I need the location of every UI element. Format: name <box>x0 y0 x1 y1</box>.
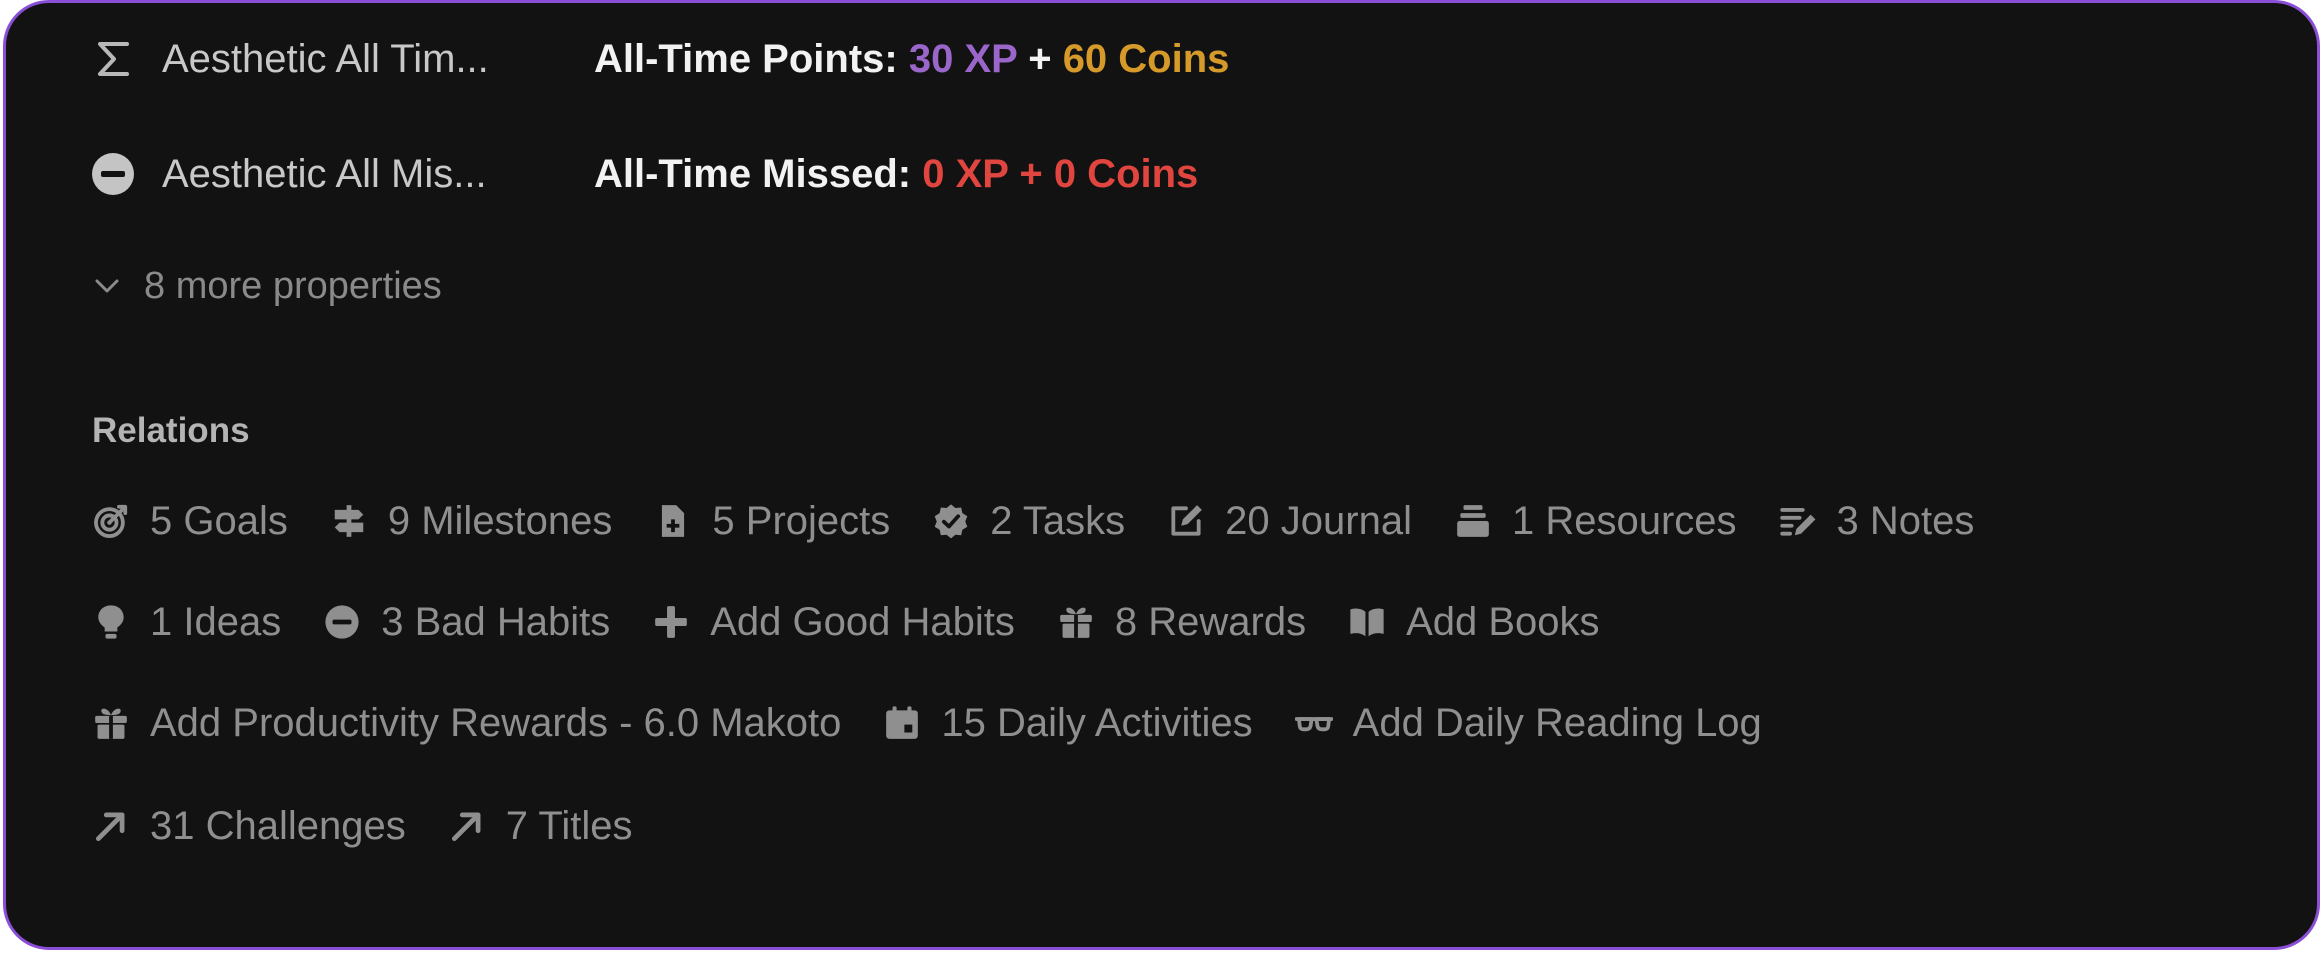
coins-value: 60 Coins <box>1062 36 1230 81</box>
chevron-down-icon <box>95 279 119 293</box>
more-properties-toggle[interactable]: 8 more properties <box>92 261 442 311</box>
relations-row: Add Productivity Rewards - 6.0 Makoto 15… <box>92 695 1804 751</box>
edit-square-icon <box>1171 505 1203 536</box>
relation-milestones[interactable]: 9 Milestones <box>330 498 613 544</box>
property-row-all-time-points[interactable]: Aesthetic All Tim... All-Time Points: 30… <box>6 29 2317 89</box>
gift-icon <box>1060 607 1092 638</box>
relations-heading: Relations <box>92 411 250 450</box>
relation-label: 3 Bad Habits <box>381 599 611 644</box>
arrow-up-right-icon <box>95 812 125 842</box>
target-icon <box>94 504 128 538</box>
more-properties-label: 8 more properties <box>144 264 442 307</box>
relation-daily-reading-log[interactable]: Add Daily Reading Log <box>1294 700 1762 746</box>
relation-label: 9 Milestones <box>387 498 613 543</box>
lightbulb-icon <box>98 605 124 639</box>
relation-label: 3 Notes <box>1836 498 1975 543</box>
relation-label: Add Productivity Rewards - 6.0 Makoto <box>150 700 842 745</box>
property-row-all-time-missed[interactable]: Aesthetic All Mis... All-Time Missed: 0 … <box>6 144 2317 204</box>
value-prefix: All-Time Points: <box>594 36 909 81</box>
relation-challenges[interactable]: 31 Challenges <box>92 804 406 849</box>
relation-goals[interactable]: 5 Goals <box>92 499 288 544</box>
relation-label: 20 Journal <box>1225 498 1412 543</box>
relation-label: 8 Rewards <box>1114 599 1307 644</box>
sigma-icon <box>88 34 138 84</box>
relation-label: 1 Ideas <box>150 599 282 644</box>
value-prefix: All-Time Missed: <box>594 151 923 196</box>
relation-resources[interactable]: 1 Resources <box>1454 499 1737 544</box>
relation-rewards[interactable]: 8 Rewards <box>1057 600 1306 645</box>
relation-ideas[interactable]: 1 Ideas <box>92 600 281 645</box>
relation-productivity-rewards[interactable]: Add Productivity Rewards - 6.0 Makoto <box>92 701 841 746</box>
property-value[interactable]: All-Time Missed: 0 XP + 0 Coins <box>594 152 1198 197</box>
relation-tasks[interactable]: 2 Tasks <box>932 499 1125 544</box>
minus-circle-icon <box>88 149 138 199</box>
value-joiner: + <box>1017 36 1063 81</box>
property-value[interactable]: All-Time Points: 30 XP + 60 Coins <box>594 37 1229 82</box>
relations-row: 31 Challenges 7 Titles <box>92 798 674 854</box>
verified-check-icon <box>934 504 968 539</box>
relation-label: Add Good Habits <box>710 599 1015 644</box>
plus-icon <box>655 606 688 638</box>
relation-label: 5 Goals <box>150 498 288 543</box>
relation-label: 7 Titles <box>505 803 633 848</box>
book-open-icon <box>1350 608 1384 637</box>
document-plus-icon <box>662 505 685 537</box>
relations-row: 5 Goals 9 Milestones 5 Projects 2 Tasks … <box>92 493 2016 549</box>
relation-books[interactable]: Add Books <box>1348 599 1600 645</box>
relations-row: 1 Ideas 3 Bad Habits Add Good Habits 8 R… <box>92 594 1642 650</box>
relation-journal[interactable]: 20 Journal <box>1167 499 1412 544</box>
relation-good-habits[interactable]: Add Good Habits <box>652 600 1015 645</box>
relation-label: Add Books <box>1406 599 1600 644</box>
gift-icon <box>95 708 127 739</box>
stack-icon <box>1457 505 1489 537</box>
arrow-up-right-icon <box>451 812 481 842</box>
property-name[interactable]: Aesthetic All Tim... <box>162 37 489 82</box>
relation-notes[interactable]: 3 Notes <box>1779 498 1975 544</box>
calendar-icon <box>886 706 919 739</box>
notes-pencil-icon <box>1779 508 1815 536</box>
property-name[interactable]: Aesthetic All Mis... <box>162 152 487 197</box>
relation-label: 2 Tasks <box>990 498 1126 543</box>
glasses-icon <box>1294 717 1333 732</box>
minus-circle-icon <box>325 605 359 639</box>
relation-label: 31 Challenges <box>150 803 406 848</box>
relation-label: 5 Projects <box>712 498 891 543</box>
relation-label: 15 Daily Activities <box>941 700 1253 745</box>
relation-bad-habits[interactable]: 3 Bad Habits <box>323 600 610 645</box>
xp-value: 30 XP <box>908 36 1018 81</box>
missed-value: 0 XP + 0 Coins <box>922 151 1199 196</box>
relation-titles[interactable]: 7 Titles <box>448 803 633 849</box>
relation-daily-activities[interactable]: 15 Daily Activities <box>883 700 1253 746</box>
relation-label: 1 Resources <box>1511 498 1737 543</box>
relation-label: Add Daily Reading Log <box>1352 700 1762 745</box>
properties-panel: Aesthetic All Tim... All-Time Points: 30… <box>3 0 2320 950</box>
signpost-icon <box>334 505 364 537</box>
relation-projects[interactable]: 5 Projects <box>654 499 890 544</box>
